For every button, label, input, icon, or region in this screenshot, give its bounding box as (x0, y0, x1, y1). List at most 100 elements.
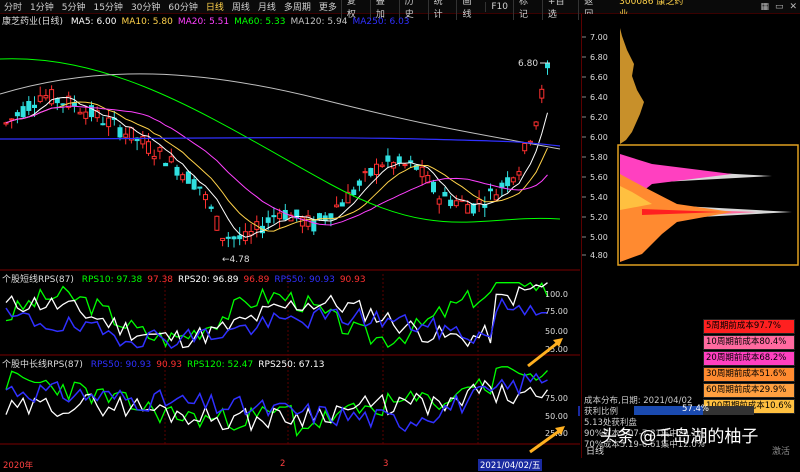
candle-body (510, 177, 516, 183)
rps120-line (5, 366, 548, 438)
legend-value: RPS50: 90.93 (90, 360, 152, 370)
profit-row: 获利比例 57.4% (584, 404, 794, 417)
candle-body (26, 101, 32, 111)
price-tick: 6.00 (590, 133, 608, 142)
candle-body (37, 95, 43, 102)
price-tick: 5.40 (590, 193, 608, 202)
candle-body (533, 121, 539, 127)
period-tab[interactable]: 30分钟 (127, 0, 164, 13)
rps-marker (578, 406, 580, 416)
legend-value: RPS50: 90.93 (274, 275, 335, 285)
price-tick: 5.60 (590, 173, 608, 182)
candle-body (436, 198, 442, 205)
price-tick: 6.80 (590, 53, 608, 62)
candle-body (362, 171, 368, 174)
candle-body (151, 155, 157, 160)
legend-value: RPS10: 97.38 (81, 275, 143, 285)
rps-short-title: 个股短线RPS(87) (2, 275, 74, 285)
period-toolbar: 分时 1分钟 5分钟 15分钟 30分钟 60分钟 日线 周线 月线 多周期 更多 复权 叠加 历史 统计画… (0, 0, 800, 20)
candle-body (539, 88, 545, 99)
price-tick: 5.00 (590, 233, 608, 242)
period-tab[interactable]: 1分钟 (26, 0, 58, 13)
candle-body (431, 181, 436, 193)
candle-body (385, 155, 391, 162)
close-icon[interactable]: ✕ (786, 2, 800, 12)
rps-long-title: 个股中长线RPS(87) (2, 360, 83, 370)
price-tick: 6.40 (590, 93, 608, 102)
legend-value: RPS20: 96.89 (178, 275, 239, 285)
chip-dist-orange (620, 174, 732, 262)
period-tab[interactable]: 更多 (315, 0, 341, 13)
right-tab-activate[interactable]: 激活 (772, 444, 790, 457)
candle-body (32, 104, 37, 108)
period-tab[interactable]: 月线 (254, 0, 280, 13)
ma250-line (0, 137, 561, 147)
candle-body (203, 194, 208, 201)
candle-body (396, 156, 402, 164)
cost-legend-row: 30周期前成本51.6% (703, 367, 795, 382)
candle-body (448, 199, 454, 207)
grid-icon[interactable]: ▦ (757, 2, 772, 12)
chip-distribution-panel[interactable]: 7.00 6.80 6.60 6.40 6.20 6.00 5.80 5.60 5.40 5.20… (581, 14, 800, 458)
period-tab[interactable]: 多周期 (280, 0, 315, 13)
candle-body (146, 141, 151, 154)
rps50-long-line (5, 372, 548, 433)
chip-dist-upper (620, 28, 644, 144)
candle-body (3, 122, 9, 125)
candle-body (282, 209, 288, 220)
candle-body (163, 162, 169, 167)
candle-body (442, 191, 448, 197)
candle-body (191, 179, 197, 190)
candle-body (54, 98, 60, 104)
candle-body (237, 235, 243, 240)
legend-value: 90.93 (339, 275, 366, 285)
period-tab[interactable]: 5分钟 (58, 0, 90, 13)
legend-value: 90.93 (156, 360, 183, 370)
period-tab[interactable]: 15分钟 (89, 0, 126, 13)
price-tick: 5.80 (590, 153, 608, 162)
window-icon[interactable]: ▭ (772, 2, 787, 12)
period-tab[interactable]: 分时 (0, 0, 26, 13)
candle-body (77, 111, 83, 115)
legend-value: 96.89 (243, 275, 270, 285)
period-tab[interactable]: 60分钟 (164, 0, 201, 13)
chart-area[interactable]: 康芝药业(日线) MA5: 6.00 MA10: 5.80 MA20: 5.51 MA… (0, 14, 580, 471)
cost-legend-row: 20周期前成本68.2% (703, 351, 795, 366)
candle-body (311, 219, 317, 232)
candle-body (220, 237, 226, 241)
candle-body (174, 166, 180, 176)
candle-body (516, 171, 522, 176)
cost-legend-row: 5周期前成本97.7% (703, 319, 795, 334)
rps-long-tick: 50.00 (545, 412, 568, 421)
candle-body (123, 133, 129, 138)
candle-body (225, 236, 231, 239)
candle-body (505, 177, 511, 187)
watermark: 头条 @千岛湖的柚子 (600, 427, 759, 447)
candle-body (71, 102, 77, 107)
candle-body (9, 118, 15, 121)
candle-body (231, 236, 237, 240)
candle-body (368, 168, 374, 176)
candle-body (374, 163, 379, 176)
legend-value: RPS120: 52.47 (187, 360, 254, 370)
price-tick: 4.80 (590, 251, 608, 260)
period-tab[interactable]: 周线 (228, 0, 254, 13)
candle-body (339, 202, 345, 207)
candle-body (168, 156, 174, 163)
candle-body (14, 112, 20, 117)
candle-body (493, 194, 499, 201)
rps-short-info: 个股短线RPS(87) RPS10: 97.38 97.38 RPS20: 96.8… (2, 272, 376, 285)
price-tick: 6.20 (590, 113, 608, 122)
price-tick: 6.60 (590, 73, 608, 82)
toolbar-button[interactable]: F10 (485, 1, 513, 12)
period-tab[interactable]: 日线 (202, 0, 228, 13)
candlestick-chart[interactable]: 6.80←4.78100.075.0050.0025.0075.0050.002… (0, 14, 580, 458)
rps50-line (5, 297, 548, 349)
candle-body (522, 143, 528, 152)
candle-body (453, 200, 459, 207)
candle-body (408, 160, 414, 163)
rps-long-info: 个股中长线RPS(87) RPS50: 90.93 90.93 RPS120: 52… (2, 357, 335, 370)
candle-body (271, 215, 277, 218)
candle-body (322, 215, 328, 221)
candle-body (185, 171, 191, 184)
